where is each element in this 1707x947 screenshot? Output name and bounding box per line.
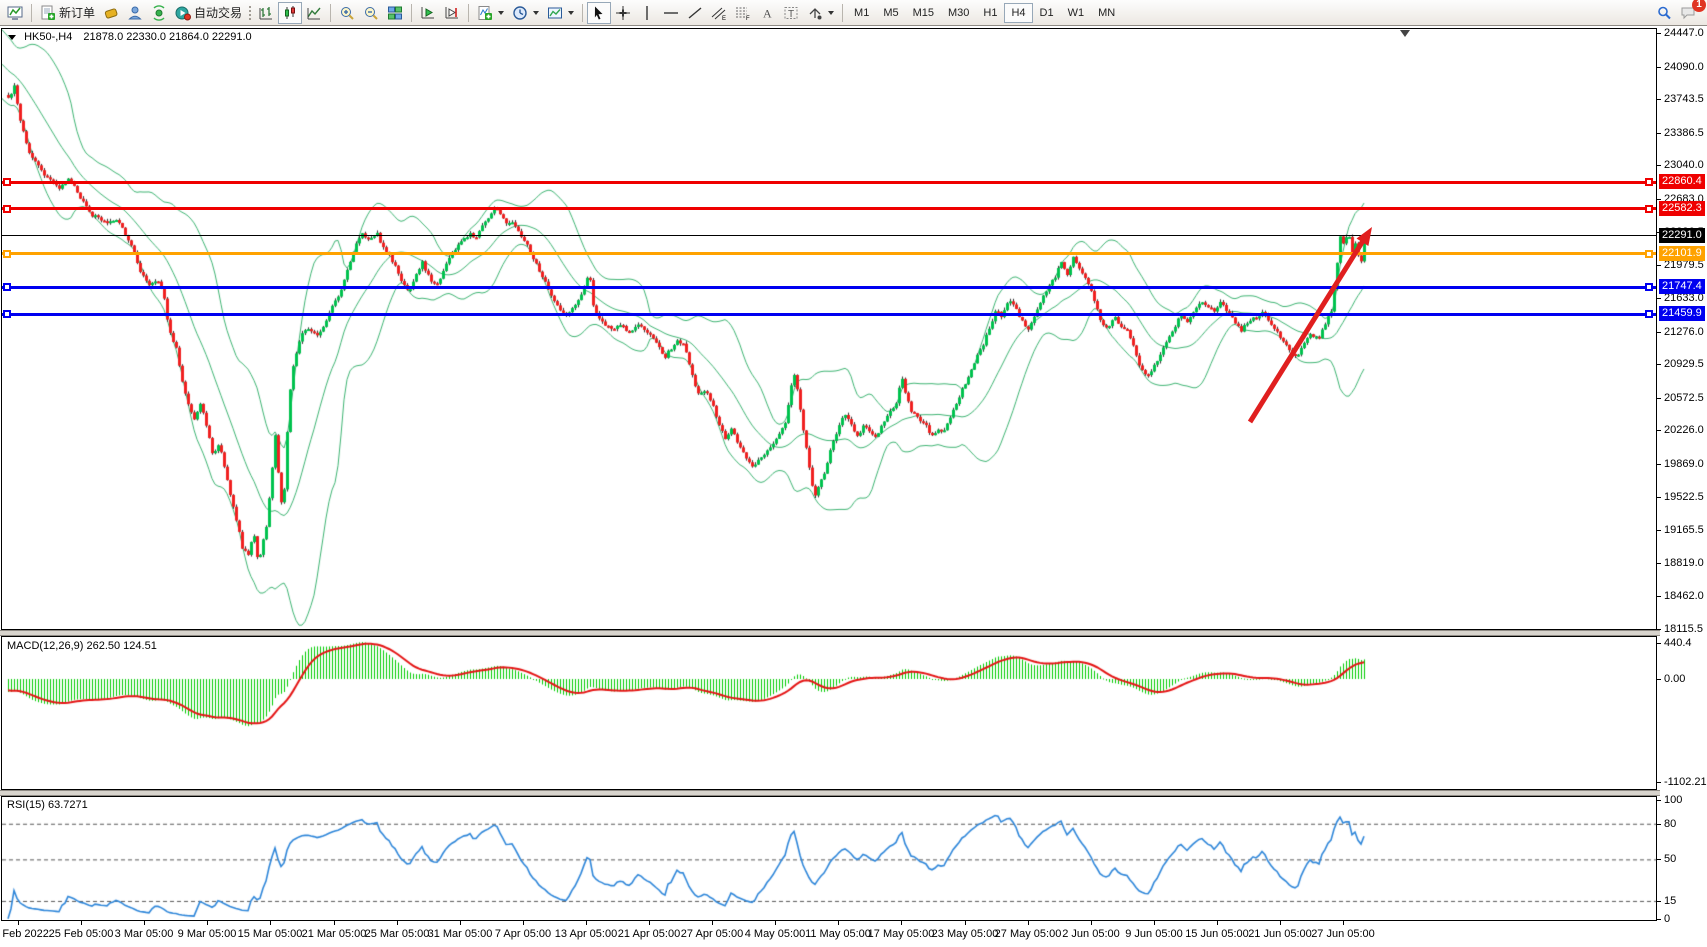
indicators-icon xyxy=(477,5,493,21)
autotrading-icon xyxy=(175,5,191,21)
chart-shift-marker[interactable] xyxy=(1400,30,1410,37)
arrows-icon xyxy=(807,5,823,21)
toolbar-separator xyxy=(31,4,32,22)
zoom-in-button[interactable] xyxy=(335,2,359,24)
channel-tool-button[interactable]: E xyxy=(707,2,731,24)
crosshair-tool-button[interactable] xyxy=(611,2,635,24)
fibonacci-icon: F xyxy=(735,5,751,21)
notifications-button[interactable]: 1 xyxy=(1676,2,1700,24)
gold-profile-icon xyxy=(103,5,119,21)
candlestick-chart-icon xyxy=(282,5,298,21)
signal-radar-icon xyxy=(151,5,167,21)
horizontal-line-icon xyxy=(663,5,679,21)
line-chart-mode-button[interactable] xyxy=(302,2,326,24)
rsi-label: RSI(15) 63.7271 xyxy=(7,799,88,811)
timeframe-m5[interactable]: M5 xyxy=(876,3,905,23)
profiles-button[interactable] xyxy=(99,2,123,24)
bar-chart-mode-button[interactable] xyxy=(254,2,278,24)
signals-button[interactable] xyxy=(147,2,171,24)
new-order-icon xyxy=(40,5,56,21)
vertical-line-tool-button[interactable] xyxy=(635,2,659,24)
trendline-icon xyxy=(687,5,703,21)
new-chart-icon xyxy=(7,5,23,21)
zoom-out-button[interactable] xyxy=(359,2,383,24)
clock-icon xyxy=(512,5,528,21)
svg-text:A: A xyxy=(763,6,772,20)
notification-badge: 1 xyxy=(1692,0,1706,12)
candle-chart-mode-button[interactable] xyxy=(278,2,302,24)
timeframe-group: M1M5M15M30H1H4D1W1MN xyxy=(847,3,1122,23)
text-icon: A xyxy=(759,5,775,21)
toolbar-separator xyxy=(468,4,469,22)
trend-arrow-line[interactable] xyxy=(1250,236,1366,422)
bar-chart-icon xyxy=(258,5,274,21)
zoom-out-icon xyxy=(363,5,379,21)
toolbar-grip xyxy=(248,5,252,21)
horizontal-line-tool-button[interactable] xyxy=(659,2,683,24)
chevron-down-icon xyxy=(533,11,539,15)
auto-scroll-icon xyxy=(420,5,436,21)
cursor-icon xyxy=(591,5,607,21)
macd-label: MACD(12,26,9) 262.50 124.51 xyxy=(7,640,157,652)
toolbar-separator xyxy=(411,4,412,22)
fibonacci-tool-button[interactable]: F xyxy=(731,2,755,24)
search-button[interactable] xyxy=(1652,2,1676,24)
chart-shift-button[interactable] xyxy=(440,2,464,24)
toolbar-separator xyxy=(330,4,331,22)
periods-button[interactable] xyxy=(508,2,543,24)
line-chart-icon xyxy=(306,5,322,21)
toolbar-separator xyxy=(582,4,583,22)
crosshair-icon xyxy=(615,5,631,21)
text-tool-button[interactable]: A xyxy=(755,2,779,24)
toolbar-separator xyxy=(842,4,843,22)
chart-shift-icon xyxy=(444,5,460,21)
new-order-button[interactable]: 新订单 xyxy=(36,2,99,24)
trading-terminal-window: { "toolbar": { "new_order_label": "新订单",… xyxy=(0,0,1707,947)
timeframe-h1[interactable]: H1 xyxy=(976,3,1004,23)
timeframe-m30[interactable]: M30 xyxy=(941,3,976,23)
chart-ohlc-values: 21878.0 22330.0 21864.0 22291.0 xyxy=(83,31,251,43)
timeframe-h4[interactable]: H4 xyxy=(1004,3,1032,23)
vertical-line-icon xyxy=(639,5,655,21)
trend-arrow-overlay xyxy=(0,0,1707,947)
chart-menu-caret-icon xyxy=(8,35,16,40)
arrows-tool-button[interactable] xyxy=(803,2,838,24)
cursor-tool-button[interactable] xyxy=(587,2,611,24)
chevron-down-icon xyxy=(498,11,504,15)
label-tool-button[interactable]: T xyxy=(779,2,803,24)
timeframe-d1[interactable]: D1 xyxy=(1033,3,1061,23)
template-icon xyxy=(547,5,563,21)
timeframe-m1[interactable]: M1 xyxy=(847,3,876,23)
new-chart-button[interactable] xyxy=(3,2,27,24)
zoom-in-icon xyxy=(339,5,355,21)
trendline-tool-button[interactable] xyxy=(683,2,707,24)
svg-text:F: F xyxy=(746,16,750,21)
timeframe-mn[interactable]: MN xyxy=(1091,3,1122,23)
search-icon xyxy=(1656,5,1672,21)
timeframe-m15[interactable]: M15 xyxy=(906,3,941,23)
autotrading-label: 自动交易 xyxy=(194,4,242,21)
templates-button[interactable] xyxy=(543,2,578,24)
svg-text:T: T xyxy=(788,9,794,20)
chevron-down-icon xyxy=(568,11,574,15)
timeframe-w1[interactable]: W1 xyxy=(1061,3,1092,23)
equidistant-channel-icon: E xyxy=(711,5,727,21)
text-label-icon: T xyxy=(783,5,799,21)
navigator-person-icon xyxy=(127,5,143,21)
main-toolbar: 新订单 自动交易 xyxy=(0,0,1707,26)
chart-title-row: HK50-,H4 21878.0 22330.0 21864.0 22291.0 xyxy=(8,31,252,43)
tile-windows-icon xyxy=(387,5,403,21)
autotrading-button[interactable]: 自动交易 xyxy=(171,2,246,24)
navigator-button[interactable] xyxy=(123,2,147,24)
svg-text:E: E xyxy=(722,16,726,21)
tile-windows-button[interactable] xyxy=(383,2,407,24)
indicators-button[interactable] xyxy=(473,2,508,24)
new-order-label: 新订单 xyxy=(59,4,95,21)
auto-scroll-button[interactable] xyxy=(416,2,440,24)
chevron-down-icon xyxy=(828,11,834,15)
chart-symbol-period: HK50-,H4 xyxy=(24,31,72,43)
